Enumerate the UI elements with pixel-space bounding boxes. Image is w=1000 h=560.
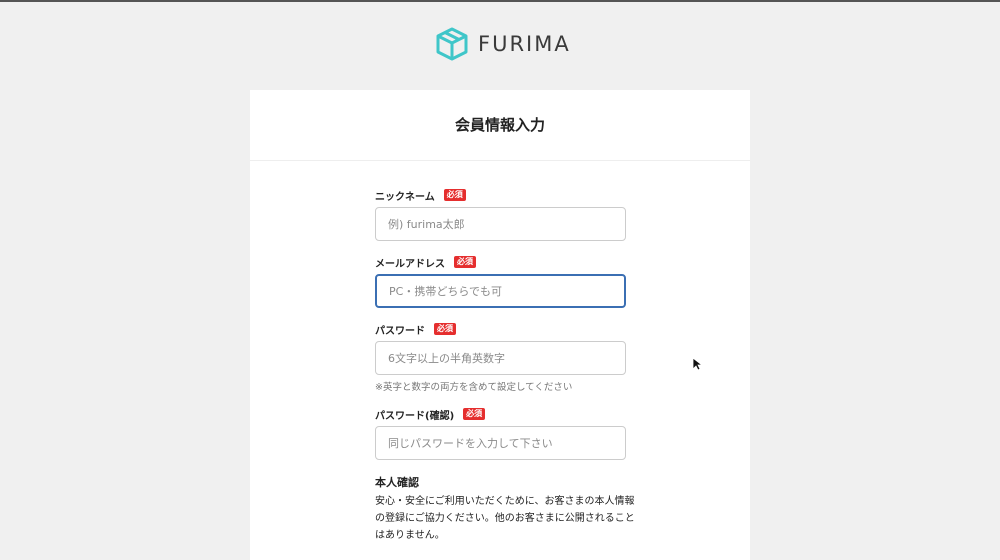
password-note: ※英字と数字の両方を含めて設定してください (375, 382, 573, 393)
required-badge: 必須 (463, 408, 486, 420)
nickname-input[interactable] (375, 207, 626, 241)
furima-logo[interactable]: FURIMA (436, 26, 571, 62)
identity-description: 安心・安全にご利用いただくために、お客さまの本人情報の登録にご協力ください。他の… (375, 496, 635, 541)
required-badge: 必須 (454, 256, 476, 268)
required-badge: 必須 (434, 323, 456, 335)
email-group: メールアドレス 必須 (375, 255, 627, 308)
nickname-label: ニックネーム (375, 191, 435, 203)
registration-card: 会員情報入力 ニックネーム 必須 メールアドレス 必須 パスワード 必須 ※英字… (250, 90, 750, 560)
page-title: 会員情報入力 (454, 115, 545, 134)
password-input[interactable] (375, 341, 626, 375)
password-confirm-label: パスワード(確認) (375, 410, 455, 422)
top-border (0, 0, 1000, 2)
password-group: パスワード 必須 ※英字と数字の両方を含めて設定してください (375, 322, 627, 393)
email-input[interactable] (375, 274, 626, 308)
password-confirm-input[interactable] (375, 426, 626, 460)
password-label: パスワード (375, 325, 425, 337)
brand-name: FURIMA (478, 32, 571, 56)
mouse-pointer-icon (692, 357, 702, 371)
password-confirm-group: パスワード(確認) 必須 (375, 407, 627, 460)
box-logo-icon (436, 27, 468, 61)
card-header: 会員情報入力 (250, 90, 750, 161)
identity-title: 本人確認 (375, 476, 419, 489)
required-badge: 必須 (443, 189, 466, 201)
identity-section: 本人確認 安心・安全にご利用いただくために、お客さまの本人情報の登録にご協力くだ… (375, 474, 635, 544)
nickname-group: ニックネーム 必須 (375, 188, 627, 241)
email-label: メールアドレス (375, 258, 445, 270)
